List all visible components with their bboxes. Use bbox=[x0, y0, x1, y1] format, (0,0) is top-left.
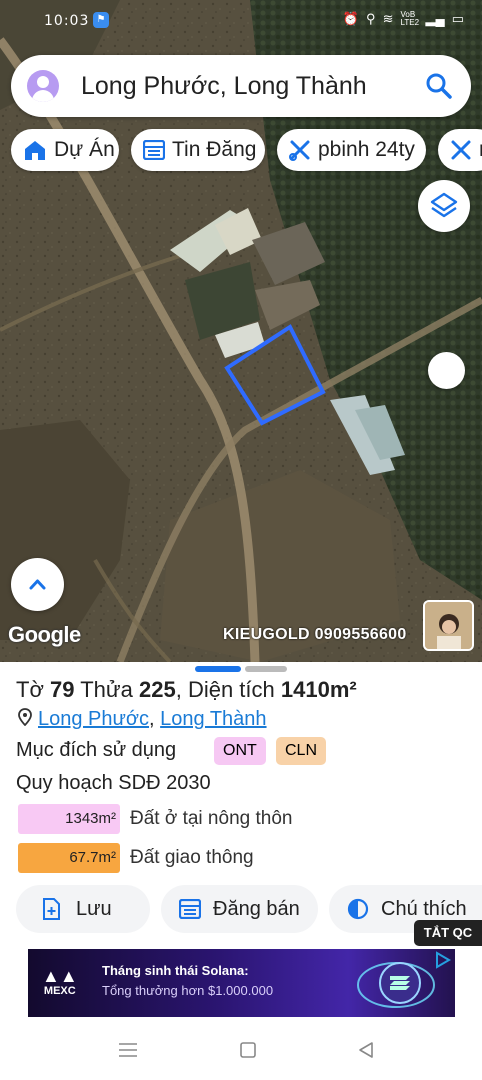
network-label: VoB LTE2 bbox=[400, 10, 420, 27]
chip-more[interactable]: n bbox=[438, 129, 482, 171]
alarm-icon: ⏰ bbox=[342, 11, 360, 26]
tools-icon bbox=[451, 140, 471, 160]
chip-du-an[interactable]: Dự Án bbox=[11, 129, 119, 171]
district-link[interactable]: Long Thành bbox=[160, 708, 266, 730]
signal-icon: ▂▄ bbox=[425, 11, 445, 26]
parcel-title: Tờ 79 Thửa 225, Diện tích 1410m² bbox=[16, 677, 357, 702]
home-icon bbox=[25, 141, 45, 160]
add-file-icon bbox=[43, 898, 60, 920]
planning-label: Quy hoạch SDĐ 2030 bbox=[16, 772, 211, 794]
parcel-info-sheet: Tờ 79 Thửa 225, Diện tích 1410m² Long Ph… bbox=[0, 662, 482, 947]
watermark-text: KIEUGOLD 0909556600 bbox=[223, 626, 407, 643]
avatar[interactable] bbox=[27, 70, 59, 102]
post-for-sale-button[interactable]: Đăng bán bbox=[161, 885, 318, 933]
ward-link[interactable]: Long Phước bbox=[38, 708, 149, 730]
planning-area-value: 67.7m² bbox=[18, 843, 120, 873]
planning-area-label: Đất giao thông bbox=[130, 847, 254, 868]
ad-subline: Tổng thưởng hơn $1.000.000 bbox=[102, 983, 274, 998]
land-use-tag-cln: CLN bbox=[276, 737, 327, 765]
ad-banner[interactable]: ▲▲ MEXC Tháng sinh thái Solana: Tổng thư… bbox=[28, 949, 455, 1017]
page-indicator bbox=[245, 666, 287, 672]
search-input[interactable]: Long Phước, Long Thành bbox=[81, 72, 367, 101]
save-button[interactable]: Lưu bbox=[16, 885, 150, 933]
location-pin-icon bbox=[18, 708, 32, 727]
parcel-location: Long Phước, Long Thành bbox=[18, 708, 267, 731]
planning-area-value: 1343m² bbox=[18, 804, 120, 834]
ad-headline: Tháng sinh thái Solana: bbox=[102, 963, 249, 978]
back-nav-icon[interactable] bbox=[357, 1041, 375, 1059]
app-notification-icon: ⚑ bbox=[93, 12, 109, 28]
chip-label: Dự Án bbox=[54, 138, 115, 161]
location-icon: ⚲ bbox=[366, 11, 376, 26]
planning-area-row: 67.7m² Đất giao thông bbox=[18, 843, 254, 873]
search-bar[interactable]: Long Phước, Long Thành bbox=[11, 55, 471, 117]
layers-button[interactable] bbox=[418, 180, 470, 232]
coin-graphic bbox=[357, 962, 435, 1008]
clock: 10:03 bbox=[44, 13, 90, 29]
ad-brand-logo: ▲▲ MEXC bbox=[42, 966, 78, 997]
list-icon bbox=[179, 899, 201, 919]
chip-label: Tin Đăng bbox=[172, 138, 257, 161]
page-indicator-active bbox=[195, 666, 241, 672]
chip-pbinh[interactable]: pbinh 24ty bbox=[277, 129, 426, 171]
hide-ads-button[interactable]: TẮT QC bbox=[414, 920, 482, 946]
ad-choices-icon[interactable] bbox=[434, 951, 452, 969]
street-view-thumbnail[interactable] bbox=[423, 600, 474, 651]
expand-up-button[interactable] bbox=[11, 558, 64, 611]
status-bar: 10:03 ⚑ ⏰ ⚲ ≋ VoB LTE2 ▂▄ ▭ bbox=[0, 0, 482, 42]
layers-icon bbox=[430, 192, 458, 218]
tools-icon bbox=[289, 140, 310, 161]
home-nav-icon[interactable] bbox=[239, 1041, 257, 1059]
land-use-label: Mục đích sử dụng bbox=[16, 739, 177, 761]
land-use-tag-ont: ONT bbox=[214, 737, 266, 765]
floating-toggle-button[interactable] bbox=[428, 352, 465, 389]
battery-icon: ▭ bbox=[451, 11, 464, 26]
menu-nav-icon[interactable] bbox=[118, 1042, 138, 1058]
contrast-icon bbox=[347, 898, 369, 920]
google-logo: Google bbox=[8, 622, 81, 647]
chevron-up-icon bbox=[29, 579, 46, 590]
chip-label: pbinh 24ty bbox=[318, 138, 415, 161]
list-icon bbox=[143, 140, 165, 160]
wifi-icon: ≋ bbox=[382, 11, 394, 26]
android-nav-bar bbox=[0, 1022, 482, 1080]
parcel-area: 1410m² bbox=[280, 677, 357, 702]
planning-area-label: Đất ở tại nông thôn bbox=[130, 808, 293, 829]
planning-area-row: 1343m² Đất ở tại nông thôn bbox=[18, 804, 292, 834]
search-icon[interactable] bbox=[425, 72, 453, 100]
chip-tin-dang[interactable]: Tin Đăng bbox=[131, 129, 265, 171]
